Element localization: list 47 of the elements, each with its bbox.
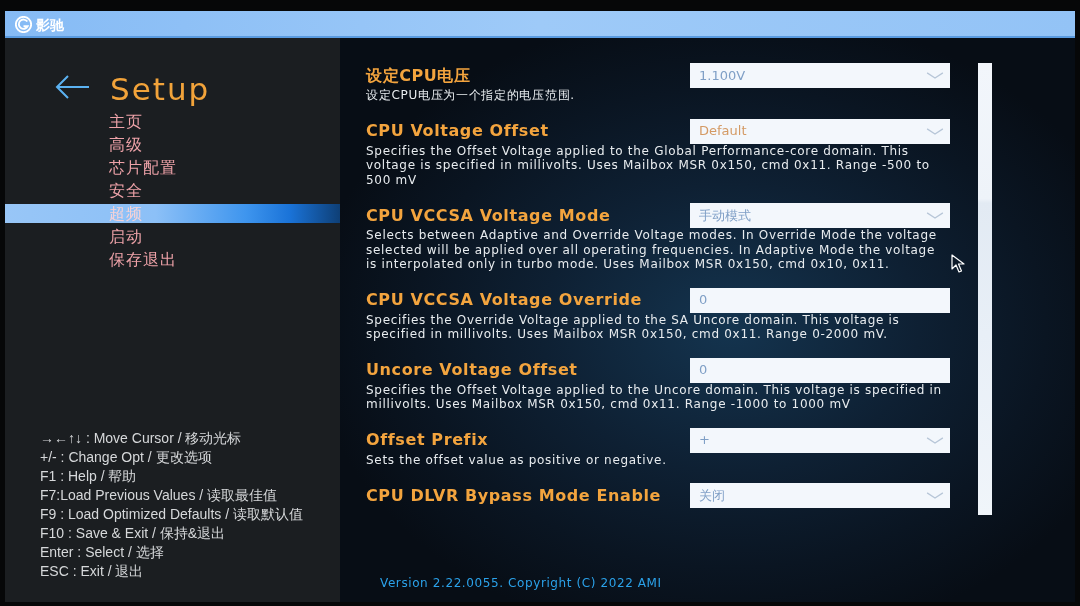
chevron-down-icon [926, 436, 944, 444]
mouse-pointer-icon [951, 254, 965, 273]
setting-title: 设定CPU电压 [366, 65, 471, 86]
menu-item[interactable]: 主页 [5, 110, 340, 133]
chevron-down-icon [926, 492, 944, 499]
menu-item[interactable]: 保存退出 [5, 248, 340, 271]
key-help-text: →←↑↓ : Move Cursor / 移动光标 [40, 429, 243, 448]
chevron-down-icon [926, 212, 944, 219]
back-arrow-icon[interactable] [55, 75, 90, 99]
setting-description: Specifies the Offset Voltage applied to the Global Performance-core domain. This voltage is specified in millivolts. Uses Mailbox MSR 0x150, cmd 0x11. Range -500 to 500 mV [366, 143, 931, 187]
dropdown-field[interactable]: + [690, 427, 950, 453]
setting-title: Offset Prefix [366, 430, 489, 450]
chevron-down-icon [926, 72, 944, 79]
menu-item[interactable]: 芯片配置 [5, 156, 340, 179]
dropdown-field[interactable]: 关闭 [690, 483, 950, 508]
key-help-text: +/- : Change Opt / 更改选项 [40, 448, 213, 467]
dropdown-field[interactable]: 1.100V [690, 63, 950, 88]
setting-title: CPU Voltage Offset [366, 121, 549, 141]
version-copyright-text: Version 2.22.0055. Copyright (C) 2022 AMI [379, 575, 662, 592]
scrollbar[interactable] [978, 63, 992, 515]
chevron-down-icon [926, 127, 944, 135]
setting-description: Sets the offset value as positive or negative. [366, 452, 668, 467]
menu-item[interactable]: 超频 [5, 204, 340, 223]
setting-title: Uncore Voltage Offset [366, 360, 578, 380]
setting-description: Selects between Adaptive and Override Voltage modes. In Override Mode the voltage selected will be applied over all operating frequencies. In Adaptive Mode the voltage is interpolated only in turbo mode. Uses Mailbox MSR 0x150, cmd 0x10, 0x11. [366, 228, 938, 272]
setting-title: CPU VCCSA Voltage Mode [366, 205, 611, 226]
logo-icon [15, 16, 32, 33]
setting-title: CPU DLVR Bypass Mode Enable [366, 485, 661, 506]
menu-item[interactable]: 高级 [5, 133, 340, 156]
brand-logo-text: 影驰 [36, 16, 64, 33]
setting-description: Specifies the Offset Voltage applied to the Uncore domain. This voltage is specified in millivolts. Uses Mailbox MSR 0x150, cmd 0x11. Range -1000 to 1000 mV [366, 382, 943, 412]
setup-title: Setup [110, 71, 211, 107]
number-input-field[interactable]: 0 [690, 357, 950, 383]
key-help-text: F1 : Help / 帮助 [40, 467, 138, 486]
dropdown-field[interactable]: Default [690, 118, 950, 144]
key-help-text: F7:Load Previous Values / 读取最佳值 [40, 486, 279, 505]
setting-description: Specifies the Override Voltage applied to the SA Uncore domain. This voltage is specified in millivolts. Uses Mailbox MSR 0x150, cmd 0x11. Range 0-2000 mV. [366, 312, 901, 342]
key-help-text: Enter : Select / 选择 [40, 543, 165, 562]
setting-description: 设定CPU电压为一个指定的电压范围. [366, 88, 576, 103]
number-input-field[interactable]: 0 [690, 287, 950, 313]
key-help-text: F10 : Save & Exit / 保持&退出 [40, 524, 227, 543]
menu-item[interactable]: 安全 [5, 179, 340, 202]
menu-item[interactable]: 启动 [5, 225, 340, 248]
setting-title: CPU VCCSA Voltage Override [366, 290, 643, 310]
key-help-text: ESC : Exit / 退出 [40, 562, 145, 581]
key-help-text: F9 : Load Optimized Defaults / 读取默认值 [40, 505, 304, 524]
dropdown-field[interactable]: 手动模式 [690, 203, 950, 228]
